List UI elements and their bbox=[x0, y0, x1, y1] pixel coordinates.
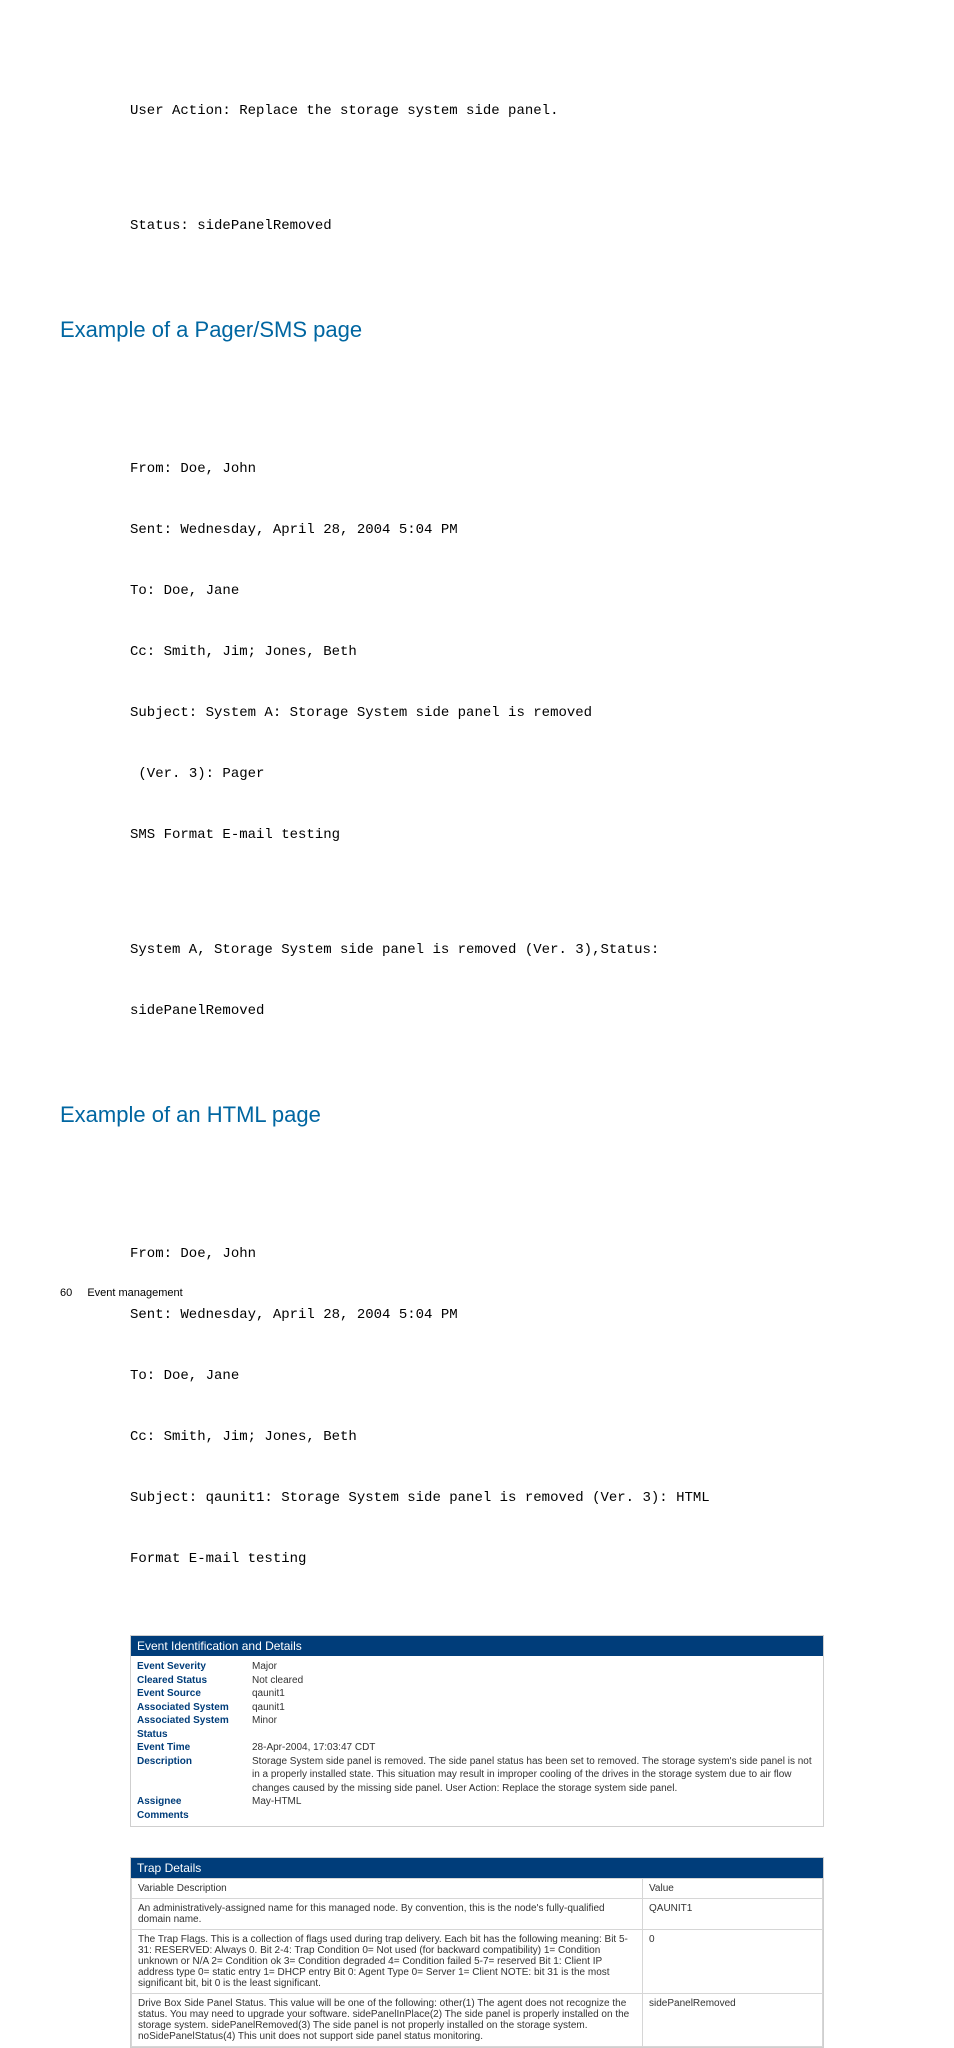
pager-code-block: From: Doe, John Sent: Wednesday, April 2… bbox=[130, 419, 894, 1042]
code-line: Cc: Smith, Jim; Jones, Beth bbox=[130, 1427, 894, 1447]
code-line: System A, Storage System side panel is r… bbox=[130, 940, 894, 960]
trap-desc: An administratively-assigned name for th… bbox=[132, 1899, 643, 1930]
code-line: From: Doe, John bbox=[130, 459, 894, 479]
trap-desc: The Trap Flags. This is a collection of … bbox=[132, 1930, 643, 1994]
event-value: Major bbox=[252, 1660, 817, 1674]
event-value: qaunit1 bbox=[252, 1701, 817, 1715]
event-value: 28-Apr-2004, 17:03:47 CDT bbox=[252, 1741, 817, 1755]
trap-details-panel: Trap Details Variable Description Value … bbox=[130, 1857, 824, 2048]
trap-details-table: Variable Description Value An administra… bbox=[131, 1878, 823, 2047]
event-row: Cleared Status Not cleared bbox=[131, 1674, 823, 1688]
event-details-panel: Event Identification and Details Event S… bbox=[130, 1635, 824, 1827]
top-code-block: User Action: Replace the storage system … bbox=[130, 60, 894, 257]
event-row: Comments bbox=[131, 1809, 823, 1823]
event-label: Event Time bbox=[137, 1741, 252, 1755]
event-label: Event Severity bbox=[137, 1660, 252, 1674]
event-row: Associated System Status Minor bbox=[131, 1714, 823, 1741]
event-value: Not cleared bbox=[252, 1674, 817, 1688]
event-row: Event Source qaunit1 bbox=[131, 1687, 823, 1701]
trap-value: QAUNIT1 bbox=[643, 1899, 823, 1930]
code-line: Sent: Wednesday, April 28, 2004 5:04 PM bbox=[130, 1305, 894, 1325]
code-line: Subject: System A: Storage System side p… bbox=[130, 703, 894, 723]
trap-col-value: Value bbox=[643, 1879, 823, 1899]
event-value: Minor bbox=[252, 1714, 817, 1741]
event-value: Storage System side panel is removed. Th… bbox=[252, 1755, 817, 1796]
code-line: Cc: Smith, Jim; Jones, Beth bbox=[130, 642, 894, 662]
code-line: To: Doe, Jane bbox=[130, 1366, 894, 1386]
event-row: Description Storage System side panel is… bbox=[131, 1755, 823, 1796]
code-line: sidePanelRemoved bbox=[130, 1001, 894, 1021]
heading-html-page: Example of an HTML page bbox=[60, 1102, 954, 1128]
code-line: User Action: Replace the storage system … bbox=[130, 101, 894, 121]
event-row: Event Severity Major bbox=[131, 1660, 823, 1674]
code-line: Subject: qaunit1: Storage System side pa… bbox=[130, 1488, 894, 1508]
event-value: May-HTML bbox=[252, 1795, 817, 1809]
code-line: Sent: Wednesday, April 28, 2004 5:04 PM bbox=[130, 520, 894, 540]
trap-col-description: Variable Description bbox=[132, 1879, 643, 1899]
footer-section: Event management bbox=[87, 1287, 182, 1299]
heading-pager-sms: Example of a Pager/SMS page bbox=[60, 317, 954, 343]
event-value bbox=[252, 1809, 817, 1823]
trap-value: 0 bbox=[643, 1930, 823, 1994]
trap-header-row: Variable Description Value bbox=[132, 1879, 823, 1899]
code-line: (Ver. 3): Pager bbox=[130, 764, 894, 784]
event-label: Assignee bbox=[137, 1795, 252, 1809]
page-footer: 60 Event management bbox=[60, 1287, 183, 1299]
code-line: SMS Format E-mail testing bbox=[130, 825, 894, 845]
event-row: Assignee May-HTML bbox=[131, 1795, 823, 1809]
event-label: Cleared Status bbox=[137, 1674, 252, 1688]
event-row: Associated System qaunit1 bbox=[131, 1701, 823, 1715]
trap-value: sidePanelRemoved bbox=[643, 1994, 823, 2047]
event-label: Associated System Status bbox=[137, 1714, 252, 1741]
trap-row: Drive Box Side Panel Status. This value … bbox=[132, 1994, 823, 2047]
page-number: 60 bbox=[60, 1287, 72, 1299]
event-label: Associated System bbox=[137, 1701, 252, 1715]
trap-row: The Trap Flags. This is a collection of … bbox=[132, 1930, 823, 1994]
trap-desc: Drive Box Side Panel Status. This value … bbox=[132, 1994, 643, 2047]
event-value: qaunit1 bbox=[252, 1687, 817, 1701]
event-row: Event Time 28-Apr-2004, 17:03:47 CDT bbox=[131, 1741, 823, 1755]
event-label: Event Source bbox=[137, 1687, 252, 1701]
event-details-header: Event Identification and Details bbox=[131, 1636, 823, 1656]
code-line: Format E-mail testing bbox=[130, 1549, 894, 1569]
trap-details-header: Trap Details bbox=[131, 1858, 823, 1878]
html-code-block: From: Doe, John Sent: Wednesday, April 2… bbox=[130, 1204, 894, 1590]
code-line: Status: sidePanelRemoved bbox=[130, 216, 894, 236]
event-label: Description bbox=[137, 1755, 252, 1796]
trap-row: An administratively-assigned name for th… bbox=[132, 1899, 823, 1930]
code-line: To: Doe, Jane bbox=[130, 581, 894, 601]
event-label: Comments bbox=[137, 1809, 252, 1823]
code-line: From: Doe, John bbox=[130, 1244, 894, 1264]
